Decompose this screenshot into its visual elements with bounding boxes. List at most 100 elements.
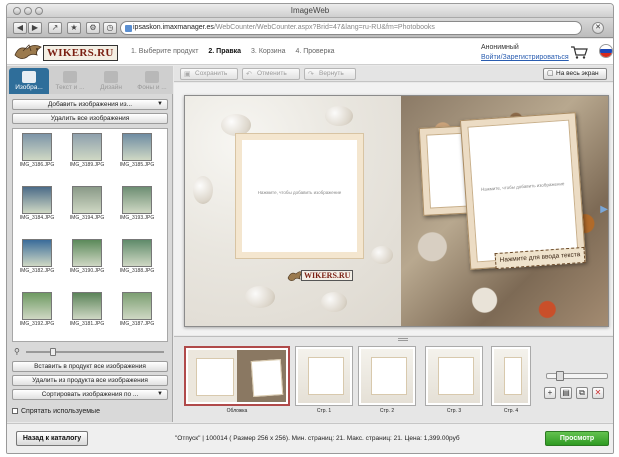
page-thumbnail[interactable] (425, 346, 483, 406)
thumbnail-image[interactable] (122, 292, 152, 320)
images-icon (22, 71, 36, 83)
copy-page-icon[interactable]: ⧉ (576, 387, 588, 399)
delete-all-images-button[interactable]: Удалить все изображения (12, 113, 168, 124)
thumbnail-image[interactable] (72, 239, 102, 267)
slider-track[interactable] (26, 351, 164, 353)
title-bar: ImageWeb (7, 4, 613, 18)
left-page[interactable]: Нажмите, чтобы добавить изображение WIKE… (185, 96, 401, 326)
redo-label: Вернуть (319, 70, 344, 77)
thumbnail-image[interactable] (72, 186, 102, 214)
insert-all-images-button[interactable]: Вставить в продукт все изображения (12, 361, 168, 372)
thumbnail-image[interactable] (122, 186, 152, 214)
redo-icon: ↷ (308, 71, 314, 78)
shopping-cart-icon[interactable] (570, 45, 588, 59)
thumbnail-image[interactable] (72, 133, 102, 161)
gallery-thumbnail[interactable]: IMG_3181.JPG (67, 292, 107, 334)
share-icon[interactable]: ↗ (48, 22, 62, 34)
tab-backgrounds-label: Фоны и ... (137, 84, 167, 91)
settings-icon[interactable]: ⚙ (86, 22, 100, 34)
back-to-catalog-button[interactable]: Назад к каталогу (16, 431, 88, 446)
photo-slot (250, 358, 284, 398)
russian-flag-icon[interactable] (599, 44, 613, 58)
url-path: /WebCounter/WebCounter.aspx?Brid=47&lang… (213, 24, 435, 31)
tab-text[interactable]: Текст и ... (50, 68, 90, 94)
url-host: ipsaskon.imaxmanager.es (133, 24, 214, 31)
chevron-down-icon: ▼ (157, 101, 163, 107)
back-arrow-icon[interactable]: ◀ (13, 22, 27, 34)
add-page-icon[interactable]: + (544, 387, 556, 399)
right-page[interactable]: Нажмите, чтобы добавить изображение Нажм… (401, 96, 608, 326)
save-button[interactable]: ▣ Сохранить (180, 68, 238, 80)
logo-text: WIKERS.RU (43, 45, 118, 61)
page-thumbnail[interactable] (295, 346, 353, 406)
footer-bar: Назад к каталогу "Отпуск" | 100014 ( Раз… (7, 423, 613, 453)
page-thumbnail[interactable] (491, 346, 531, 406)
next-page-arrow-icon[interactable]: ▶ (600, 204, 608, 215)
page-layout-icon[interactable]: ▤ (560, 387, 572, 399)
redo-button[interactable]: ↷ Вернуть (304, 68, 356, 80)
gallery-thumbnail[interactable]: IMG_3194.JPG (67, 186, 107, 228)
gallery-thumbnail[interactable]: IMG_3185.JPG (117, 133, 157, 175)
thumbnail-image[interactable] (22, 133, 52, 161)
gallery-thumbnail[interactable]: IMG_3193.JPG (117, 186, 157, 228)
step-review[interactable]: 4. Проверка (295, 48, 334, 55)
checkout-steps: 1. Выберите продукт 2. Правка 3. Корзина… (131, 48, 343, 55)
stop-icon[interactable]: ✕ (592, 22, 604, 34)
delete-page-icon[interactable]: ✕ (592, 387, 604, 399)
page-thumbnail[interactable] (184, 346, 290, 406)
fullscreen-button[interactable]: ▢ На весь экран (543, 68, 607, 80)
page-thumbnail-preview (188, 350, 286, 402)
step-select-product[interactable]: 1. Выберите продукт (131, 48, 198, 55)
bookmark-icon[interactable]: ★ (67, 22, 81, 34)
undo-button[interactable]: ↶ Отменить (242, 68, 300, 80)
thumbnail-image[interactable] (22, 292, 52, 320)
remove-all-images-button[interactable]: Удалить из продукта все изображения (12, 375, 168, 386)
right-photo-placeholder[interactable]: Нажмите, чтобы добавить изображение (467, 119, 579, 263)
slider-handle[interactable] (50, 348, 56, 356)
thumbnail-image[interactable] (72, 292, 102, 320)
add-images-dropdown[interactable]: Добавить изображения из... ▼ (12, 99, 168, 110)
step-cart[interactable]: 3. Корзина (251, 48, 285, 55)
strip-zoom-handle[interactable] (556, 371, 564, 381)
hide-used-checkbox[interactable]: Спрятать используемые (12, 408, 100, 415)
forward-arrow-icon[interactable]: ▶ (28, 22, 42, 34)
gallery-thumbnail[interactable]: IMG_3184.JPG (17, 186, 57, 228)
gallery-thumbnail[interactable]: IMG_3190.JPG (67, 239, 107, 281)
hide-used-label: Спрятать используемые (21, 408, 100, 415)
thumbnail-image[interactable] (22, 239, 52, 267)
app-header: WIKERS.RU 1. Выберите продукт 2. Правка … (7, 39, 613, 65)
gallery-thumbnail[interactable]: IMG_3192.JPG (17, 292, 57, 334)
gallery-thumbnail[interactable]: IMG_3186.JPG (17, 133, 57, 175)
save-icon: ▣ (184, 71, 191, 78)
right-photo-frame[interactable]: Нажмите, чтобы добавить изображение (459, 112, 587, 270)
site-logo[interactable]: WIKERS.RU (13, 41, 121, 63)
preview-button[interactable]: Просмотр (545, 431, 609, 446)
page-thumbnail-label: Стр. 4 (503, 408, 519, 414)
browser-toolbar: ◀ ▶ ↗ ★ ⚙ ◷ ipsaskon.imaxmanager.es/WebC… (7, 18, 613, 38)
step-edit[interactable]: 2. Правка (208, 48, 241, 55)
fullscreen-icon: ▢ (547, 70, 554, 77)
gallery-thumbnail[interactable]: IMG_3188.JPG (117, 239, 157, 281)
thumbnail-zoom-slider[interactable]: ⚲ (12, 347, 168, 357)
text-icon (63, 71, 77, 83)
resize-handle[interactable] (398, 338, 408, 341)
thumbnail-image[interactable] (122, 239, 152, 267)
gallery-thumbnail[interactable]: IMG_3187.JPG (117, 292, 157, 334)
gallery-thumbnail[interactable]: IMG_3182.JPG (17, 239, 57, 281)
page-thumbnail-label: Обложка (226, 408, 248, 414)
page-thumbnail[interactable] (358, 346, 416, 406)
login-register-link[interactable]: Войти/Зарегистрироваться (481, 53, 569, 63)
gallery-thumbnail[interactable]: IMG_3189.JPG (67, 133, 107, 175)
sort-images-dropdown[interactable]: Сортировать изображения по ... ▼ (12, 389, 168, 400)
tab-images[interactable]: Изобра... (9, 68, 49, 94)
left-photo-placeholder[interactable]: Нажмите, чтобы добавить изображение (236, 134, 363, 258)
right-placeholder-text: Нажмите, чтобы добавить изображение (480, 181, 565, 193)
thumbnail-image[interactable] (22, 186, 52, 214)
history-icon[interactable]: ◷ (103, 22, 117, 34)
tab-design[interactable]: Дизайн (91, 68, 131, 94)
address-bar[interactable]: ipsaskon.imaxmanager.es/WebCounter/WebCo… (120, 21, 582, 35)
photo-slot (371, 357, 407, 395)
thumbnail-image[interactable] (122, 133, 152, 161)
checkbox-box[interactable] (12, 408, 18, 415)
tab-backgrounds[interactable]: Фоны и ... (132, 68, 172, 94)
